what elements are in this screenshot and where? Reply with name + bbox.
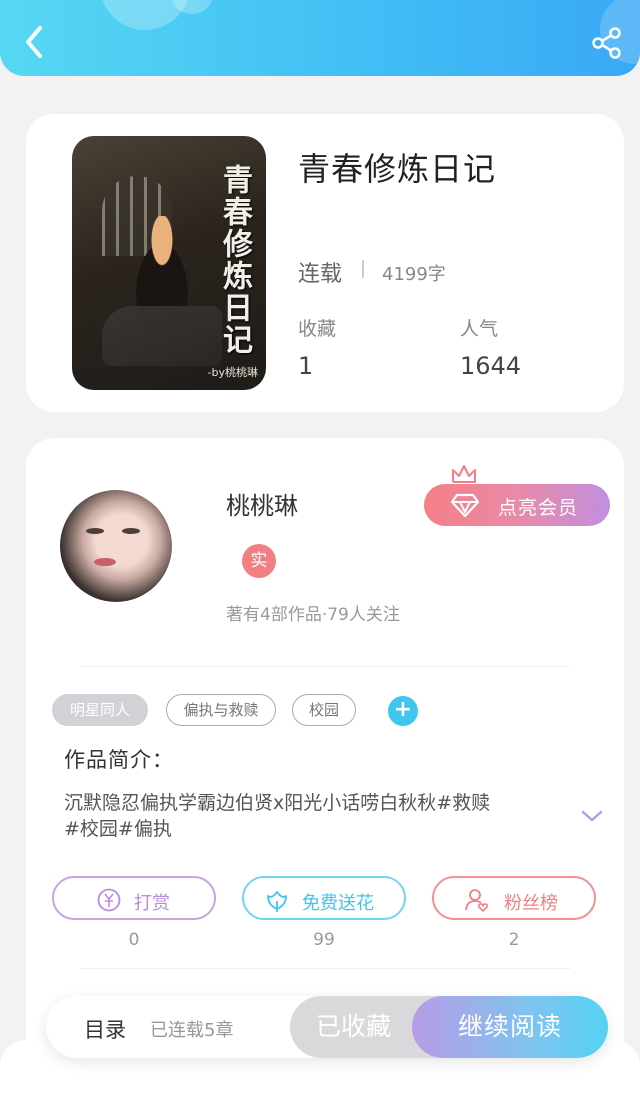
bottom-action-bar: 目录 已连载5章 已收藏 继续阅读 (46, 996, 608, 1058)
intro-text: 沉默隐忍偏执学霸边伯贤x阳光小话唠白秋秋#救赎#校园#偏执 (64, 792, 491, 840)
crown-icon (452, 465, 476, 483)
status-separator (362, 260, 364, 278)
vip-button-label: 点亮会员 (498, 497, 579, 519)
fan-heart-icon (465, 889, 489, 912)
share-icon (592, 27, 621, 59)
popularity-value: 1644 (460, 352, 522, 380)
book-cover[interactable]: 青春修炼日记 -by桃桃琳 (72, 136, 266, 390)
author-meta: 著有4部作品·79人关注 (226, 605, 400, 625)
toc-button[interactable]: 目录 (84, 1014, 126, 1044)
top-header (0, 0, 640, 76)
diamond-icon (450, 493, 480, 518)
intro-label: 作品简介： (64, 748, 174, 772)
fan-ranking-count: 2 (508, 930, 520, 950)
popularity-label: 人气 (460, 318, 499, 340)
continue-reading-button[interactable]: 继续阅读 (412, 996, 608, 1058)
verified-badge: 实 (242, 544, 276, 578)
fan-ranking-button[interactable]: 粉丝榜 (432, 876, 596, 920)
vip-button[interactable]: 点亮会员 (424, 484, 610, 526)
divider (80, 666, 570, 667)
cover-author: -by桃桃琳 (207, 366, 258, 379)
free-flower-button[interactable]: 免费送花 (242, 876, 406, 920)
favorites-label: 收藏 (298, 318, 337, 340)
tag-2[interactable]: 校园 (292, 694, 356, 726)
yen-coin-icon (97, 888, 121, 912)
word-count: 4199字 (382, 264, 446, 285)
reward-label: 打赏 (134, 893, 170, 914)
tag-0[interactable]: 明星同人 (52, 694, 148, 726)
reward-button[interactable]: 打赏 (52, 876, 216, 920)
book-status: 连载 (298, 262, 343, 287)
free-flower-label: 免费送花 (302, 893, 374, 914)
avatar-eye (86, 528, 104, 534)
reward-count: 0 (128, 930, 140, 950)
chapter-count: 已连载5章 (150, 1020, 234, 1041)
book-title: 青春修炼日记 (298, 150, 497, 188)
divider (80, 968, 570, 969)
book-info-card: 青春修炼日记 -by桃桃琳 青春修炼日记 连载 4199字 收藏 1 人气 16… (26, 114, 624, 412)
chevron-left-icon (26, 26, 42, 58)
cover-title: 青春修炼日记 (217, 164, 252, 356)
avatar-eye (122, 528, 140, 534)
author-avatar[interactable] (60, 490, 172, 602)
share-button[interactable] (590, 26, 624, 60)
flower-icon (267, 891, 287, 912)
fan-ranking-label: 粉丝榜 (504, 893, 558, 914)
tag-1[interactable]: 偏执与救赎 (166, 694, 276, 726)
free-flower-count: 99 (313, 930, 335, 950)
author-name[interactable]: 桃桃琳 (226, 486, 298, 521)
cover-legs (102, 306, 222, 366)
back-button[interactable] (20, 24, 50, 60)
chevron-down-icon[interactable] (580, 808, 604, 824)
avatar-lip (94, 558, 116, 566)
favorites-value: 1 (298, 352, 314, 380)
add-tag-button[interactable]: + (388, 696, 418, 726)
